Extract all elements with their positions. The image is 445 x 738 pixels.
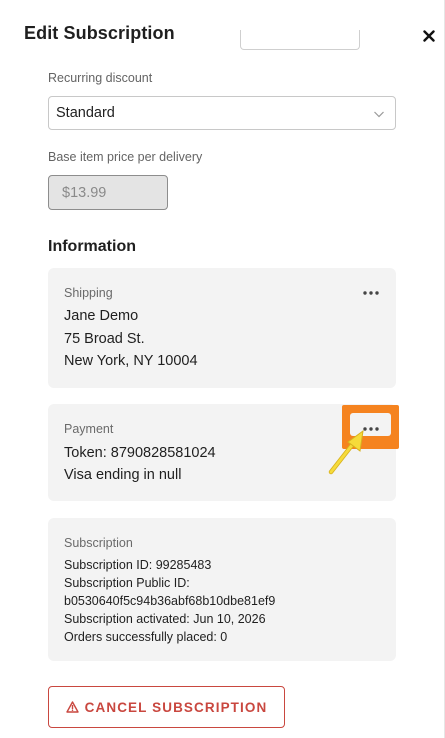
shipping-line: New York, NY 10004 [64,353,198,369]
subscription-line: Subscription ID: 99285483 [64,558,212,572]
payment-more-button[interactable] [360,422,382,436]
subscription-line: Subscription Public ID: [64,576,190,590]
shipping-label: Shipping [64,286,113,300]
subscription-line: Subscription activated: Jun 10, 2026 [64,612,266,626]
cancel-subscription-label: CANCEL SUBSCRIPTION [84,699,268,715]
page-title: Edit Subscription [24,23,175,43]
shipping-line: Jane Demo [64,308,139,324]
cancel-subscription-button[interactable]: CANCEL SUBSCRIPTION [48,686,285,728]
recurring-discount-select[interactable]: Standard [48,96,396,130]
subscription-line: Orders successfully placed: 0 [64,630,228,644]
base-price-input[interactable] [48,175,168,210]
shipping-line: 75 Broad St. [64,331,145,347]
recurring-discount-label: Recurring discount [48,71,153,85]
partially-visible-field[interactable] [240,30,360,50]
shipping-more-button[interactable] [360,286,382,300]
payment-line: Visa ending in null [64,467,182,483]
payment-label: Payment [64,422,114,436]
subscription-label: Subscription [64,536,133,550]
recurring-discount-value: Standard [56,105,115,121]
subscription-card: Subscription Subscription ID: 99285483 S… [48,518,396,661]
more-horizontal-icon [363,427,379,431]
payment-line: Token: 8790828581024 [64,445,216,461]
shipping-card: Shipping Jane Demo 75 Broad St. New York… [48,268,396,388]
close-icon [423,30,435,42]
subscription-line: b0530640f5c94b36abf68b10dbe81ef9 [64,594,276,608]
close-button[interactable] [418,25,440,47]
more-horizontal-icon [363,291,379,295]
base-price-label: Base item price per delivery [48,150,203,164]
warning-icon [65,701,79,713]
information-heading: Information [48,238,136,255]
chevron-down-icon [374,111,384,118]
